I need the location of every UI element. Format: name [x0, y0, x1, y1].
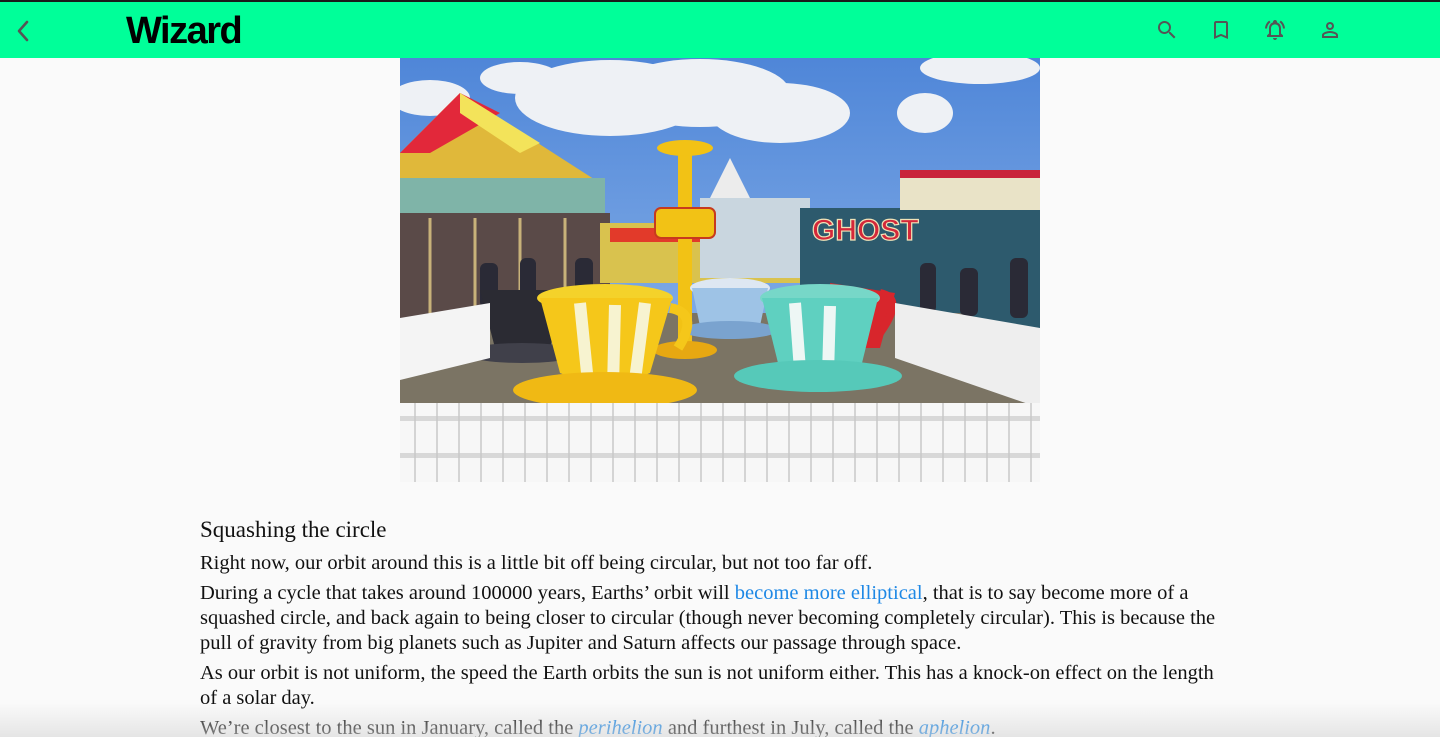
paragraph-3: As our orbit is not uniform, the speed t… — [200, 662, 1214, 709]
article-heading: Squashing the circle — [200, 517, 387, 542]
notifications-button[interactable] — [1261, 16, 1289, 44]
perihelion-link[interactable]: perihelion — [578, 717, 662, 737]
back-chevron-icon — [17, 20, 29, 42]
account-icon — [1322, 22, 1338, 38]
bookmark-button[interactable] — [1207, 16, 1235, 44]
bookmark-icon — [1214, 21, 1228, 39]
top-app-bar: Wizard — [0, 0, 1440, 58]
paragraph-2-text-a: During a cycle that takes around 100000 … — [200, 582, 735, 604]
aphelion-link[interactable]: aphelion — [919, 717, 991, 737]
back-button[interactable] — [8, 14, 38, 48]
account-button[interactable] — [1316, 16, 1344, 44]
paragraph-4: We’re closest to the sun in January, cal… — [200, 716, 1230, 737]
ghost-ride-sign: GHOST — [812, 214, 919, 247]
app-title: Wizard — [126, 10, 243, 52]
paragraph-2: During a cycle that takes around 100000 … — [200, 581, 1230, 656]
paragraph-4-text-c: . — [990, 717, 996, 737]
search-button[interactable] — [1153, 16, 1181, 44]
article-body: Squashing the circle Right now, our orbi… — [200, 514, 1230, 737]
notification-bell-icon — [1265, 19, 1285, 40]
paragraph-1: Right now, our orbit around this is a li… — [200, 552, 873, 574]
paragraph-4-text-a: We’re closest to the sun in January, cal… — [200, 717, 579, 737]
search-icon — [1158, 21, 1176, 39]
elliptical-orbit-link[interactable]: become more elliptical — [735, 582, 923, 604]
hero-image: GHOST — [400, 58, 1040, 482]
paragraph-4-text-b: and furthest in July, called the — [662, 717, 919, 737]
